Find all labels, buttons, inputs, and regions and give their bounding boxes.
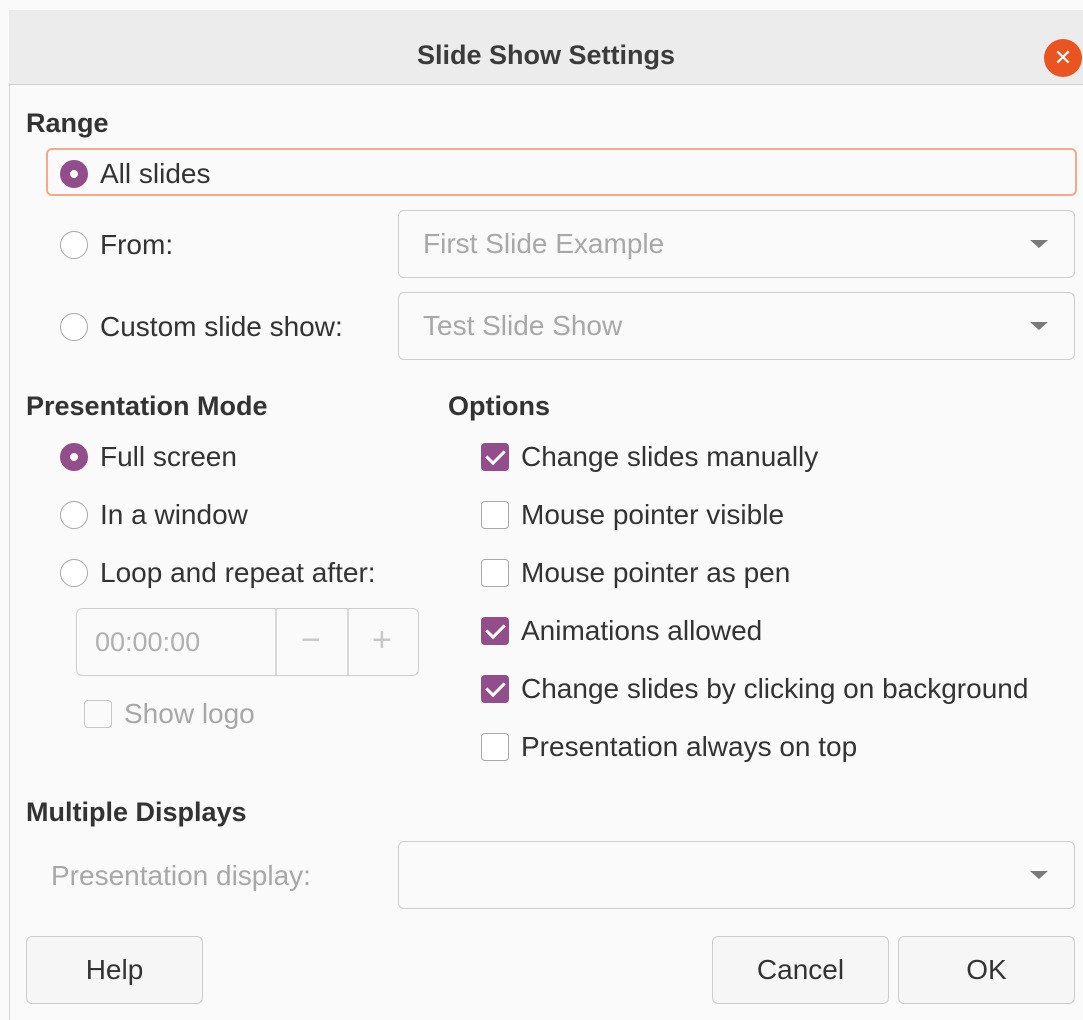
decrement-button[interactable]: − (301, 621, 321, 660)
select-value: First Slide Example (423, 228, 665, 259)
checkbox-label: Show logo (124, 698, 255, 729)
custom-slide-show-select[interactable]: Test Slide Show (398, 292, 1075, 360)
options-heading: Options (448, 391, 550, 421)
checkbox-label: Change slides by clicking on background (521, 673, 1029, 704)
divider (347, 609, 349, 675)
presentation-display-label: Presentation display: (51, 860, 311, 891)
dialog-title: Slide Show Settings (416, 40, 676, 70)
radio-loop-and-repeat[interactable]: Loop and repeat after: (60, 557, 376, 589)
select-value: Test Slide Show (423, 310, 623, 341)
chevron-down-icon (1030, 871, 1048, 879)
presentation-mode-heading: Presentation Mode (26, 391, 268, 421)
checkbox-label: Presentation always on top (521, 731, 858, 762)
option-presentation-always-on-top[interactable]: Presentation always on top (481, 731, 857, 763)
radio-label: Custom slide show: (100, 311, 343, 342)
radio-unselected-icon (60, 231, 88, 259)
checkbox-label: Animations allowed (521, 615, 763, 646)
radio-selected-icon (60, 160, 88, 188)
increment-button[interactable]: + (372, 621, 392, 660)
loop-time-spinner: 00:00:00 − + (76, 608, 419, 676)
close-icon: ✕ (1053, 45, 1073, 70)
cancel-button[interactable]: Cancel (712, 936, 889, 1004)
checkbox-unchecked-icon (84, 700, 112, 728)
help-button[interactable]: Help (26, 936, 203, 1004)
show-logo-checkbox[interactable]: Show logo (84, 698, 255, 730)
option-mouse-pointer-visible[interactable]: Mouse pointer visible (481, 499, 784, 531)
option-change-slides-by-clicking[interactable]: Change slides by clicking on background (481, 673, 1028, 705)
multiple-displays-heading: Multiple Displays (26, 797, 247, 827)
radio-from[interactable]: From: (60, 229, 173, 261)
checkbox-label: Change slides manually (521, 441, 819, 472)
radio-label: Full screen (100, 441, 237, 472)
radio-label: All slides (100, 158, 211, 189)
checkbox-unchecked-icon (481, 559, 509, 587)
checkbox-label: Mouse pointer visible (521, 499, 785, 530)
ok-button[interactable]: OK (898, 936, 1075, 1004)
chevron-down-icon (1030, 240, 1048, 248)
radio-unselected-icon (60, 313, 88, 341)
loop-time-value[interactable]: 00:00:00 (95, 627, 200, 658)
radio-in-a-window[interactable]: In a window (60, 499, 248, 531)
radio-label: From: (100, 229, 174, 260)
radio-unselected-icon (60, 559, 88, 587)
radio-full-screen[interactable]: Full screen (60, 441, 237, 473)
checkbox-checked-icon (481, 617, 509, 645)
option-animations-allowed[interactable]: Animations allowed (481, 615, 762, 647)
close-button[interactable]: ✕ (1044, 39, 1082, 77)
title-bar: Slide Show Settings ✕ (9, 10, 1083, 85)
checkbox-unchecked-icon (481, 501, 509, 529)
range-heading: Range (26, 108, 109, 138)
radio-all-slides[interactable]: All slides (60, 158, 210, 190)
checkbox-label: Mouse pointer as pen (521, 557, 791, 588)
presentation-display-select[interactable] (398, 841, 1075, 909)
radio-selected-icon (60, 443, 88, 471)
chevron-down-icon (1030, 322, 1048, 330)
divider (275, 609, 277, 675)
option-change-slides-manually[interactable]: Change slides manually (481, 441, 818, 473)
radio-label: Loop and repeat after: (100, 557, 376, 588)
option-mouse-pointer-as-pen[interactable]: Mouse pointer as pen (481, 557, 790, 589)
radio-unselected-icon (60, 501, 88, 529)
radio-label: In a window (100, 499, 248, 530)
checkbox-checked-icon (481, 675, 509, 703)
radio-custom-slide-show[interactable]: Custom slide show: (60, 311, 343, 343)
checkbox-unchecked-icon (481, 733, 509, 761)
checkbox-checked-icon (481, 443, 509, 471)
from-slide-select[interactable]: First Slide Example (398, 210, 1075, 278)
